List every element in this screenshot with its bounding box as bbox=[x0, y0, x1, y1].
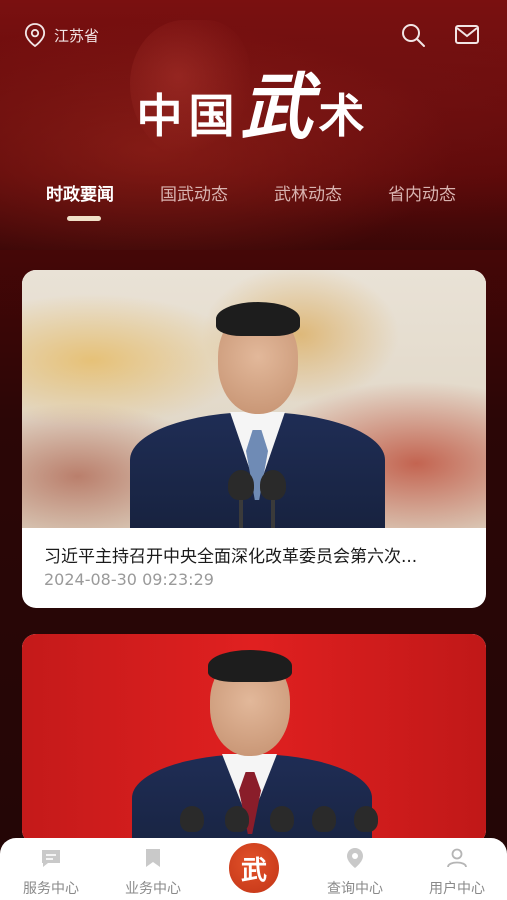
nav-label: 服务中心 bbox=[23, 881, 79, 897]
brand-part1: 中国 bbox=[136, 89, 241, 143]
news-card[interactable]: 习近平主持召开中央全面深化改革委员会第六次... 2024-08-30 09:2… bbox=[22, 270, 486, 608]
microphone bbox=[354, 806, 378, 832]
nav-label: 业务中心 bbox=[125, 881, 181, 897]
nav-service-center[interactable]: 服务中心 bbox=[6, 846, 96, 898]
active-tab-indicator bbox=[67, 216, 101, 221]
location-pin-icon bbox=[347, 848, 363, 868]
brand-part2: 武 bbox=[240, 64, 319, 149]
microphone bbox=[270, 806, 294, 832]
tab-martial-world[interactable]: 武林动态 bbox=[274, 180, 342, 205]
nav-home-button[interactable]: 武 bbox=[226, 840, 282, 896]
tab-provincial[interactable]: 省内动态 bbox=[388, 180, 456, 205]
nav-business-center[interactable]: 业务中心 bbox=[108, 846, 198, 898]
search-icon[interactable] bbox=[400, 22, 426, 48]
tab-national-wushu[interactable]: 国武动态 bbox=[160, 180, 228, 205]
location-pin-icon bbox=[24, 23, 46, 48]
news-date: 2024-08-30 09:23:29 bbox=[44, 570, 214, 589]
bookmark-icon bbox=[146, 849, 160, 867]
news-photo bbox=[22, 634, 486, 844]
news-card[interactable] bbox=[22, 634, 486, 844]
tab-news[interactable]: 时政要闻 bbox=[46, 180, 114, 205]
person-hair bbox=[208, 650, 292, 682]
category-tabs: 时政要闻 国武动态 武林动态 省内动态 bbox=[0, 180, 507, 220]
microphone bbox=[260, 470, 286, 500]
brand-title: 中国武术 bbox=[0, 48, 507, 153]
nav-user-center[interactable]: 用户中心 bbox=[412, 846, 502, 898]
news-photo bbox=[22, 270, 486, 528]
location-selector[interactable]: 江苏省 bbox=[24, 22, 99, 48]
user-icon bbox=[447, 848, 467, 868]
location-label: 江苏省 bbox=[54, 26, 100, 45]
microphone bbox=[228, 470, 254, 500]
mail-icon[interactable] bbox=[454, 22, 480, 48]
news-title: 习近平主持召开中央全面深化改革委员会第六次... bbox=[44, 547, 418, 567]
nav-label: 查询中心 bbox=[327, 881, 383, 897]
nav-label: 用户中心 bbox=[429, 881, 485, 897]
microphone bbox=[225, 806, 249, 832]
person-hair bbox=[216, 302, 300, 336]
microphone bbox=[180, 806, 204, 832]
brand-part3: 术 bbox=[318, 89, 371, 143]
chat-icon bbox=[42, 850, 60, 867]
nav-query-center[interactable]: 查询中心 bbox=[310, 846, 400, 898]
microphone bbox=[312, 806, 336, 832]
